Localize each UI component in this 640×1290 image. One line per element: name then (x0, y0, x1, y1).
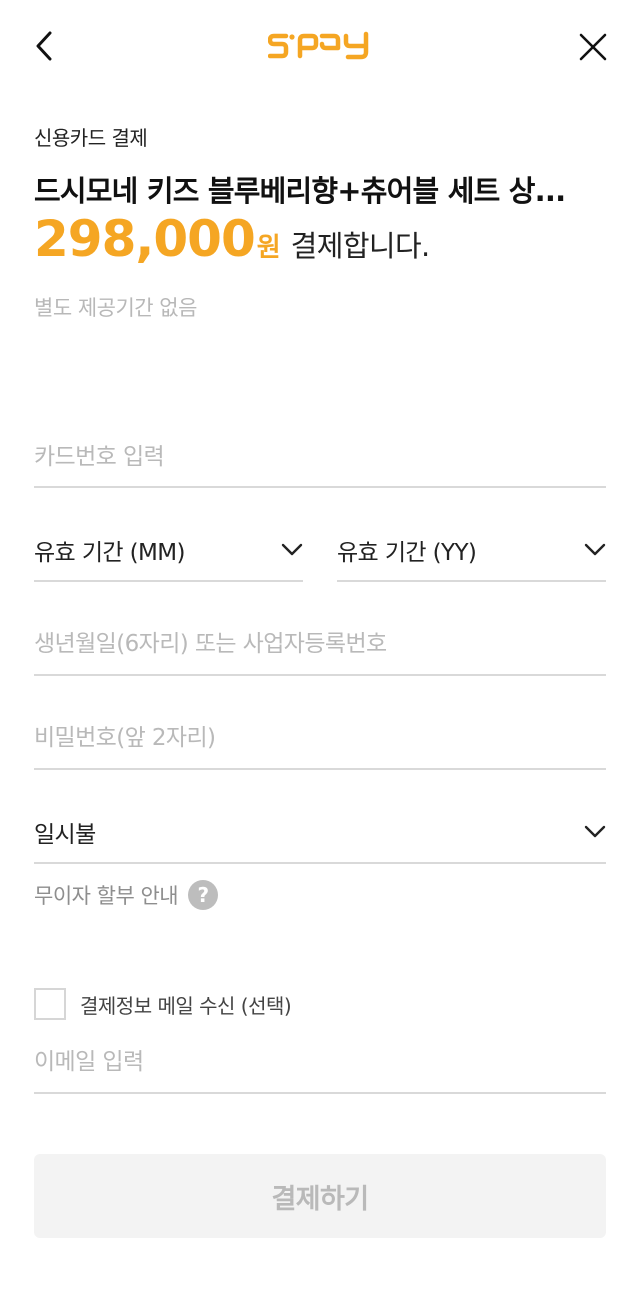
chevron-down-icon (281, 543, 303, 556)
expiry-month-label: 유효 기간 (MM) (34, 540, 186, 566)
expiry-year-select[interactable]: 유효 기간 (YY) (337, 520, 606, 582)
service-period-notice: 별도 제공기간 없음 (34, 296, 197, 320)
installment-label: 일시불 (34, 822, 96, 848)
pay-button[interactable]: 결제하기 (34, 1154, 606, 1238)
help-icon[interactable]: ? (188, 880, 219, 910)
interest-free-installment-info: 무이자 할부 안내 ? (34, 878, 219, 912)
card-password-field (34, 708, 606, 770)
payment-method-label: 신용카드 결제 (34, 126, 148, 150)
amount-line: 298,000 원 결제합니다. (34, 210, 430, 270)
email-field (34, 1032, 606, 1094)
close-icon (579, 33, 607, 61)
card-password-input[interactable] (34, 708, 606, 768)
expiry-month-select[interactable]: 유효 기간 (MM) (34, 520, 303, 582)
spay-logo-icon (268, 31, 369, 60)
currency-unit: 원 (256, 233, 281, 263)
chevron-left-icon (36, 31, 52, 61)
email-opt-in-label: 결제정보 메일 수신 (선택) (80, 993, 292, 1018)
birth-date-field (34, 614, 606, 676)
email-input[interactable] (34, 1032, 606, 1092)
birth-date-input[interactable] (34, 614, 606, 674)
card-number-field (34, 428, 606, 488)
amount-suffix: 결제합니다. (290, 229, 431, 263)
close-button[interactable] (574, 28, 612, 66)
product-name: 드시모네 키즈 블루베리향+츄어블 세트 상... (34, 174, 566, 208)
email-opt-in-checkbox[interactable] (34, 988, 66, 1020)
payment-amount: 298,000 (34, 210, 256, 268)
installment-info-label: 무이자 할부 안내 (34, 884, 179, 908)
card-number-input[interactable] (34, 428, 606, 486)
email-opt-in-row[interactable]: 결제정보 메일 수신 (선택) (34, 986, 292, 1022)
chevron-down-icon (584, 543, 606, 556)
expiry-year-label: 유효 기간 (YY) (337, 540, 477, 566)
top-bar (0, 0, 640, 96)
installment-select[interactable]: 일시불 (34, 802, 606, 864)
chevron-down-icon (584, 825, 606, 838)
back-button[interactable] (26, 28, 62, 64)
